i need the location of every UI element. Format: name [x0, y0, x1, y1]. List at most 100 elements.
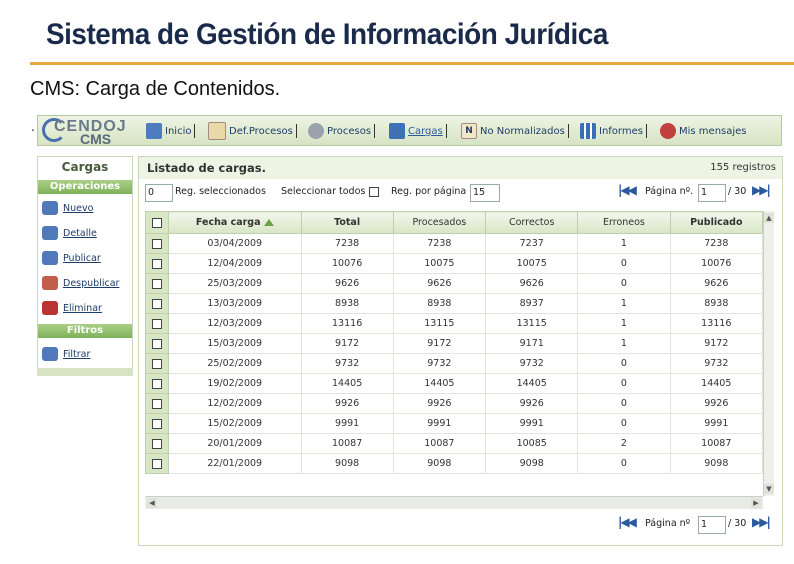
table-cell: 12/03/2009 [167, 313, 302, 334]
row-checkbox-cell[interactable] [145, 453, 169, 474]
column-procesados[interactable]: Procesados [392, 211, 487, 234]
column-publicado[interactable]: Publicado [669, 211, 763, 234]
detail-icon [42, 226, 58, 240]
selected-count-field[interactable] [145, 184, 173, 202]
table-cell: 9926 [300, 393, 394, 414]
page-label: Página nº. [645, 186, 694, 197]
row-checkbox-cell[interactable] [145, 293, 169, 314]
nav-inicio[interactable]: Inicio [146, 121, 196, 141]
row-checkbox[interactable] [151, 298, 162, 309]
column-correctos[interactable]: Correctos [485, 211, 579, 234]
column-erroneos[interactable]: Erroneos [577, 211, 671, 234]
row-checkbox-cell[interactable] [145, 433, 169, 454]
table-cell: 03/04/2009 [167, 233, 302, 254]
page-number-field[interactable] [698, 184, 726, 202]
cargas-grid: Fecha carga Total Procesados Correctos E… [145, 211, 763, 476]
nav-informes[interactable]: Informes [580, 121, 647, 141]
bottom-page-label: Página nº [645, 518, 691, 529]
select-all-rows-checkbox[interactable] [151, 217, 162, 228]
scroll-right-icon[interactable]: ▶ [751, 498, 761, 508]
table-cell: 7237 [485, 233, 579, 254]
table-cell: 9926 [669, 393, 763, 414]
horizontal-scrollbar[interactable]: ◀ ▶ [145, 496, 763, 509]
table-row[interactable]: 13/03/2009 8938 8938 8937 1 8938 [145, 293, 763, 314]
upload-icon [389, 123, 405, 139]
table-cell: 13115 [392, 313, 487, 334]
header-checkbox-cell[interactable] [145, 211, 169, 234]
row-checkbox[interactable] [151, 418, 162, 429]
table-cell: 9098 [485, 453, 579, 474]
bottom-page-number-field[interactable] [698, 516, 726, 534]
vertical-scrollbar[interactable]: ▲ ▼ [763, 211, 774, 496]
row-checkbox[interactable] [151, 338, 162, 349]
per-page-field[interactable] [470, 184, 500, 202]
table-row[interactable]: 22/01/2009 9098 9098 9098 0 9098 [145, 453, 763, 474]
logo-line2: CMS [80, 131, 112, 147]
table-row[interactable]: 19/02/2009 14405 14405 14405 0 14405 [145, 373, 763, 394]
table-row[interactable]: 03/04/2009 7238 7238 7237 1 7238 [145, 233, 763, 254]
table-cell: 9626 [669, 273, 763, 294]
table-cell: 8937 [485, 293, 579, 314]
table-row[interactable]: 12/04/2009 10076 10075 10075 0 10076 [145, 253, 763, 274]
row-checkbox-cell[interactable] [145, 373, 169, 394]
row-checkbox[interactable] [151, 258, 162, 269]
row-checkbox-cell[interactable] [145, 253, 169, 274]
sidebar-item-label: Despublicar [63, 277, 120, 289]
table-row[interactable]: 20/01/2009 10087 10087 10085 2 10087 [145, 433, 763, 454]
nav-cargas[interactable]: Cargas [389, 121, 447, 141]
row-checkbox[interactable] [151, 238, 162, 249]
gear-icon [308, 123, 324, 139]
row-checkbox-cell[interactable] [145, 393, 169, 414]
sidebar-item-eliminar[interactable]: Eliminar [42, 299, 102, 317]
sidebar-item-despublicar[interactable]: Despublicar [42, 274, 119, 292]
table-row[interactable]: 15/02/2009 9991 9991 9991 0 9991 [145, 413, 763, 434]
nav-separator [645, 124, 647, 138]
row-checkbox[interactable] [151, 378, 162, 389]
row-checkbox[interactable] [151, 458, 162, 469]
cendoj-cms-logo: CENDOJ CMS [40, 116, 132, 148]
row-checkbox-cell[interactable] [145, 233, 169, 254]
row-checkbox-cell[interactable] [145, 313, 169, 334]
row-checkbox[interactable] [151, 438, 162, 449]
table-cell: 10087 [300, 433, 394, 454]
scroll-down-icon[interactable]: ▼ [764, 484, 774, 494]
nav-mis-mensajes[interactable]: Mis mensajes [660, 121, 747, 141]
nav-no-normalizados[interactable]: N No Normalizados [461, 121, 569, 141]
publish-icon [42, 251, 58, 265]
row-checkbox[interactable] [151, 358, 162, 369]
sidebar-item-nuevo[interactable]: Nuevo [42, 199, 93, 217]
row-checkbox[interactable] [151, 278, 162, 289]
row-checkbox-cell[interactable] [145, 273, 169, 294]
table-row[interactable]: 15/03/2009 9172 9172 9171 1 9172 [145, 333, 763, 354]
slide-title: Sistema de Gestión de Información Jurídi… [46, 18, 608, 51]
table-row[interactable]: 12/03/2009 13116 13115 13115 1 13116 [145, 313, 763, 334]
first-page-icon[interactable]: |◀◀ [618, 183, 637, 197]
nav-def-procesos[interactable]: Def.Procesos [208, 121, 297, 141]
last-page-icon[interactable]: ▶▶| [752, 183, 771, 197]
column-total[interactable]: Total [300, 211, 394, 234]
row-checkbox-cell[interactable] [145, 413, 169, 434]
first-page-bottom-icon[interactable]: |◀◀ [618, 515, 637, 529]
last-page-bottom-icon[interactable]: ▶▶| [752, 515, 771, 529]
n-document-icon: N [461, 123, 477, 139]
table-cell: 9626 [392, 273, 487, 294]
nav-procesos[interactable]: Procesos [308, 121, 376, 141]
table-row[interactable]: 12/02/2009 9926 9926 9926 0 9926 [145, 393, 763, 414]
scroll-left-icon[interactable]: ◀ [147, 498, 157, 508]
scroll-up-icon[interactable]: ▲ [764, 213, 774, 223]
row-checkbox[interactable] [151, 318, 162, 329]
sidebar-item-publicar[interactable]: Publicar [42, 249, 101, 267]
table-cell: 1 [577, 233, 671, 254]
table-cell: 9098 [392, 453, 487, 474]
row-checkbox[interactable] [151, 398, 162, 409]
row-checkbox-cell[interactable] [145, 333, 169, 354]
column-fecha-carga[interactable]: Fecha carga [167, 211, 302, 234]
table-row[interactable]: 25/02/2009 9732 9732 9732 0 9732 [145, 353, 763, 374]
nav-separator [194, 124, 196, 138]
table-row[interactable]: 25/03/2009 9626 9626 9626 0 9626 [145, 273, 763, 294]
sidebar-item-filtrar[interactable]: Filtrar [42, 345, 90, 363]
sidebar-item-detalle[interactable]: Detalle [42, 224, 97, 242]
row-checkbox-cell[interactable] [145, 353, 169, 374]
select-all-checkbox[interactable] [369, 187, 379, 197]
home-icon [146, 123, 162, 139]
